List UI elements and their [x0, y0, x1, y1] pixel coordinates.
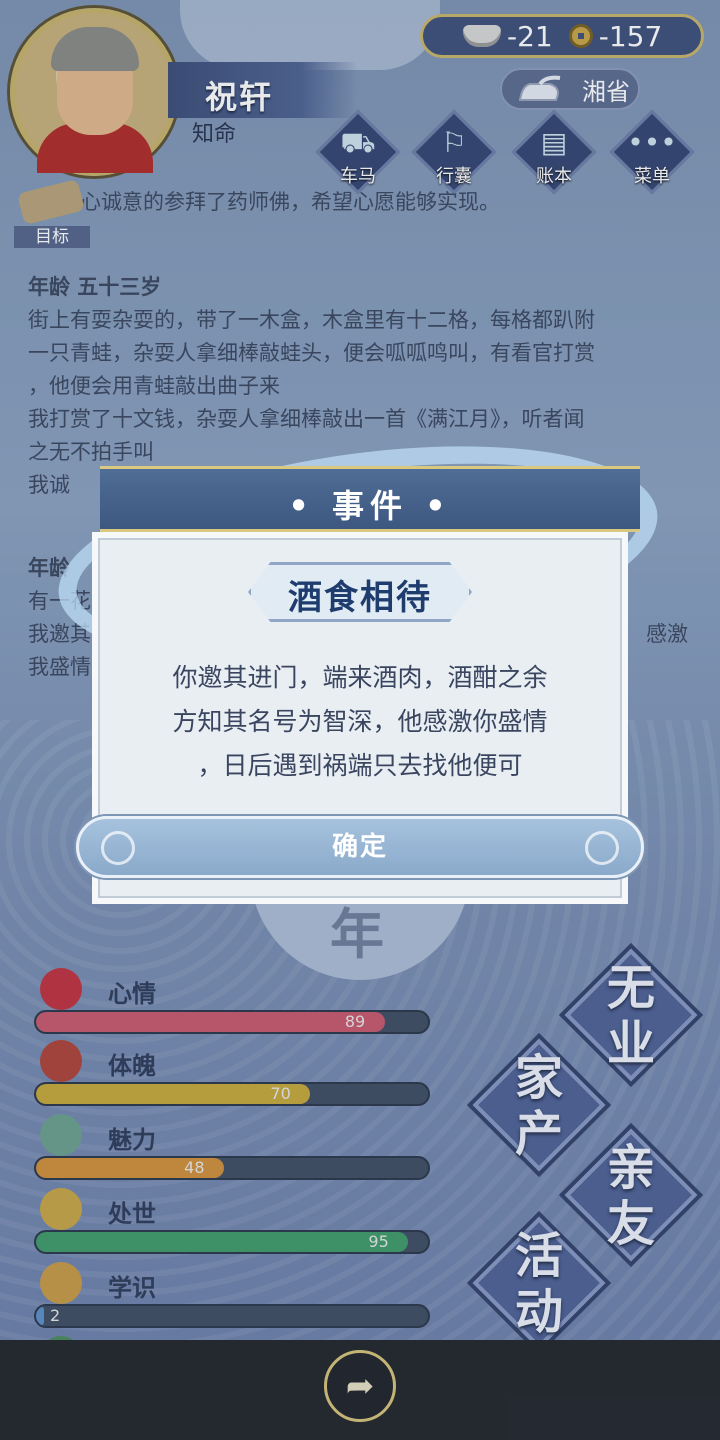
swirl-ornament: [101, 831, 135, 865]
event-title: 酒食相待: [288, 578, 432, 618]
swirl-ornament: [585, 831, 619, 865]
event-desc-line: 方知其名号为智深，他感激你盛情: [172, 707, 548, 736]
event-desc-line: ，日后遇到祸端只去找他便可: [197, 751, 523, 780]
confirm-label: 确定: [331, 832, 388, 862]
event-dialog-header: • 事件 •: [100, 466, 640, 532]
event-desc-line: 你邀其进门，端来酒肉，酒酣之余: [172, 663, 548, 692]
event-dialog-heading: • 事件 •: [288, 487, 452, 525]
confirm-button[interactable]: 确定: [76, 816, 644, 878]
event-description: 你邀其进门，端来酒肉，酒酣之余 方知其名号为智深，他感激你盛情 ，日后遇到祸端只…: [124, 656, 596, 788]
